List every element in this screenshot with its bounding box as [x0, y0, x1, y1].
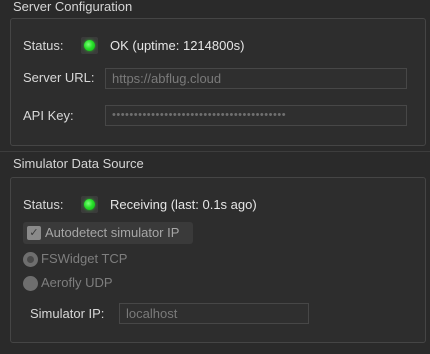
autodetect-ip-label: Autodetect simulator IP: [45, 225, 180, 240]
status-ok-icon: [84, 40, 95, 51]
server-config-group: Status: OK (uptime: 1214800s) Server URL…: [10, 18, 426, 146]
api-key-field[interactable]: ••••••••••••••••••••••••••••••••••••••••: [105, 105, 407, 126]
simulator-status-indicator: [81, 196, 98, 213]
server-status-label: Status:: [23, 38, 64, 53]
section-divider: [0, 151, 430, 152]
simulator-ip-label: Simulator IP:: [30, 306, 105, 321]
simulator-status-label: Status:: [23, 197, 64, 212]
radio-fswidget-label: FSWidget TCP: [41, 251, 128, 266]
server-url-label: Server URL:: [23, 70, 95, 85]
radio-aerofly-label: Aerofly UDP: [41, 275, 113, 290]
status-ok-icon: [84, 199, 95, 210]
api-key-label: API Key:: [23, 108, 74, 123]
checkmark-icon[interactable]: ✓: [27, 226, 41, 240]
radio-fswidget-tcp[interactable]: [23, 252, 38, 267]
simulator-ip-field[interactable]: localhost: [119, 303, 309, 324]
simulator-section-title: Simulator Data Source: [13, 156, 144, 171]
server-status-indicator: [81, 37, 98, 54]
server-section-title: Server Configuration: [13, 0, 133, 14]
simulator-source-group: Status: Receiving (last: 0.1s ago) ✓ Aut…: [10, 177, 426, 343]
server-status-text: OK (uptime: 1214800s): [110, 38, 245, 53]
autodetect-ip-checkbox-row[interactable]: ✓ Autodetect simulator IP: [23, 222, 193, 244]
simulator-status-text: Receiving (last: 0.1s ago): [110, 197, 257, 212]
server-url-field[interactable]: https://abflug.cloud: [105, 68, 407, 89]
radio-aerofly-udp[interactable]: [23, 276, 38, 291]
